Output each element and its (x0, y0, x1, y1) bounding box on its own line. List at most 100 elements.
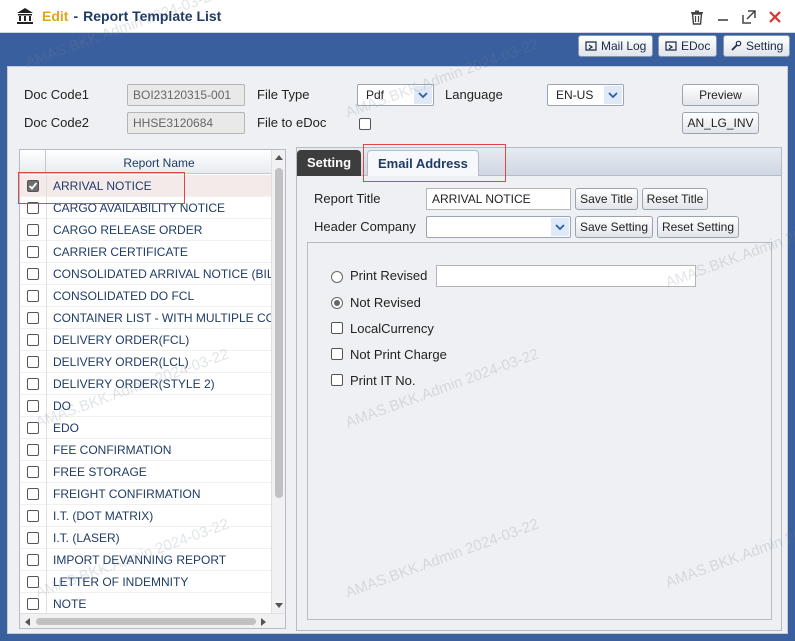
table-row[interactable]: EDO (20, 417, 272, 439)
table-row[interactable]: NOTE (20, 593, 272, 613)
edoc-button[interactable]: EDoc (658, 35, 718, 57)
row-checkbox[interactable] (27, 224, 39, 236)
table-row[interactable]: FEE CONFIRMATION (20, 439, 272, 461)
preview-button[interactable]: Preview (682, 84, 759, 106)
row-checkbox[interactable] (27, 400, 39, 412)
setting-button[interactable]: Setting (723, 35, 791, 57)
row-checkbox[interactable] (27, 356, 39, 368)
row-checkbox[interactable] (27, 268, 39, 280)
horizontal-scroll-thumb[interactable] (36, 618, 256, 625)
select-all-cell[interactable] (20, 150, 46, 174)
table-row[interactable]: FREE STORAGE (20, 461, 272, 483)
chevron-down-icon (414, 86, 432, 104)
table-row[interactable]: CARGO AVAILABILITY NOTICE (20, 197, 272, 219)
report-name-cell: FREE STORAGE (46, 461, 147, 483)
report-name-cell: CARGO AVAILABILITY NOTICE (46, 197, 225, 219)
close-button[interactable] (765, 7, 785, 27)
row-checkbox[interactable] (27, 554, 39, 566)
maximize-button[interactable] (739, 7, 759, 27)
report-name-cell: DELIVERY ORDER(STYLE 2) (46, 373, 215, 395)
row-checkbox[interactable] (27, 444, 39, 456)
file-to-edoc-checkbox[interactable] (359, 118, 371, 130)
table-row[interactable]: DELIVERY ORDER(FCL) (20, 329, 272, 351)
report-name-cell: CONTAINER LIST - WITH MULTIPLE CC (46, 307, 272, 329)
local-currency-checkbox[interactable] (331, 322, 343, 334)
report-name-cell: NOTE (46, 593, 86, 613)
table-row[interactable]: LETTER OF INDEMNITY (20, 571, 272, 593)
table-row[interactable]: IMPORT DEVANNING REPORT (20, 549, 272, 571)
table-row[interactable]: DELIVERY ORDER(STYLE 2) (20, 373, 272, 395)
report-title-input[interactable]: ARRIVAL NOTICE (426, 188, 571, 210)
scroll-down-icon[interactable] (275, 603, 283, 609)
check-icon (28, 182, 38, 190)
mail-log-button[interactable]: Mail Log (578, 35, 654, 57)
row-checkbox[interactable] (27, 290, 39, 302)
not-revised-radio[interactable] (331, 297, 343, 309)
row-checkbox[interactable] (27, 180, 39, 192)
report-name-cell: LETTER OF INDEMNITY (46, 571, 188, 593)
scroll-right-icon[interactable] (261, 618, 267, 626)
print-it-no-checkbox[interactable] (331, 374, 343, 386)
file-type-select[interactable]: Pdf (357, 84, 434, 106)
table-row[interactable]: DO (20, 395, 272, 417)
table-row[interactable]: CARRIER CERTIFICATE (20, 241, 272, 263)
chevron-down-icon (604, 86, 622, 104)
table-row[interactable]: CONSOLIDATED DO FCL (20, 285, 272, 307)
scroll-left-icon[interactable] (24, 618, 30, 626)
row-checkbox[interactable] (27, 576, 39, 588)
print-revised-input[interactable] (436, 265, 696, 287)
reset-title-button[interactable]: Reset Title (642, 188, 708, 210)
print-revised-radio[interactable] (331, 271, 343, 283)
tab-email-address[interactable]: Email Address (367, 150, 479, 176)
row-checkbox[interactable] (27, 202, 39, 214)
file-type-value: Pdf (366, 88, 385, 102)
report-name-cell: CONSOLIDATED DO FCL (46, 285, 194, 307)
table-row[interactable]: ARRIVAL NOTICE (20, 175, 272, 197)
save-setting-button[interactable]: Save Setting (575, 216, 653, 238)
table-row[interactable]: I.T. (LASER) (20, 527, 272, 549)
row-checkbox[interactable] (27, 378, 39, 390)
header-company-select[interactable] (426, 216, 571, 238)
report-name-cell: I.T. (DOT MATRIX) (46, 505, 153, 527)
language-label: Language (445, 87, 503, 102)
doc-code1-field[interactable]: BOI23120315-001 (127, 84, 245, 106)
row-checkbox[interactable] (27, 422, 39, 434)
save-title-button[interactable]: Save Title (575, 188, 638, 210)
minimize-icon (718, 19, 728, 21)
row-checkbox[interactable] (27, 532, 39, 544)
minimize-button[interactable] (713, 7, 733, 27)
row-checkbox[interactable] (27, 246, 39, 258)
scroll-up-icon[interactable] (275, 154, 283, 160)
table-row[interactable]: CONTAINER LIST - WITH MULTIPLE CC (20, 307, 272, 329)
table-row[interactable]: FREIGHT CONFIRMATION (20, 483, 272, 505)
row-checkbox[interactable] (27, 334, 39, 346)
horizontal-scrollbar[interactable] (20, 613, 285, 628)
vertical-scrollbar[interactable] (271, 150, 285, 615)
row-checkbox[interactable] (27, 488, 39, 500)
report-name-cell: FREIGHT CONFIRMATION (46, 483, 201, 505)
wrench-icon (731, 40, 742, 51)
row-checkbox[interactable] (27, 510, 39, 522)
doc-code1-label: Doc Code1 (24, 87, 90, 102)
file-type-label: File Type (257, 87, 310, 102)
not-print-charge-checkbox[interactable] (331, 348, 343, 360)
reset-setting-button[interactable]: Reset Setting (657, 216, 739, 238)
report-list-header: Report Name (20, 150, 272, 174)
row-checkbox[interactable] (27, 312, 39, 324)
chevron-down-icon (551, 218, 569, 236)
vertical-scroll-thumb[interactable] (275, 168, 283, 498)
table-row[interactable]: CARGO RELEASE ORDER (20, 219, 272, 241)
row-checkbox[interactable] (27, 466, 39, 478)
table-row[interactable]: I.T. (DOT MATRIX) (20, 505, 272, 527)
an-lg-inv-button[interactable]: AN_LG_INV (682, 112, 759, 134)
row-checkbox[interactable] (27, 598, 39, 610)
report-name-cell: CARRIER CERTIFICATE (46, 241, 188, 263)
tab-setting[interactable]: Setting (297, 150, 362, 176)
doc-code2-field[interactable]: HHSE3120684 (127, 112, 245, 134)
delete-button[interactable] (687, 7, 707, 27)
report-name-cell: FEE CONFIRMATION (46, 439, 171, 461)
report-name-header[interactable]: Report Name (46, 150, 272, 174)
table-row[interactable]: CONSOLIDATED ARRIVAL NOTICE (BIL (20, 263, 272, 285)
language-select[interactable]: EN-US (547, 84, 624, 106)
table-row[interactable]: DELIVERY ORDER(LCL) (20, 351, 272, 373)
